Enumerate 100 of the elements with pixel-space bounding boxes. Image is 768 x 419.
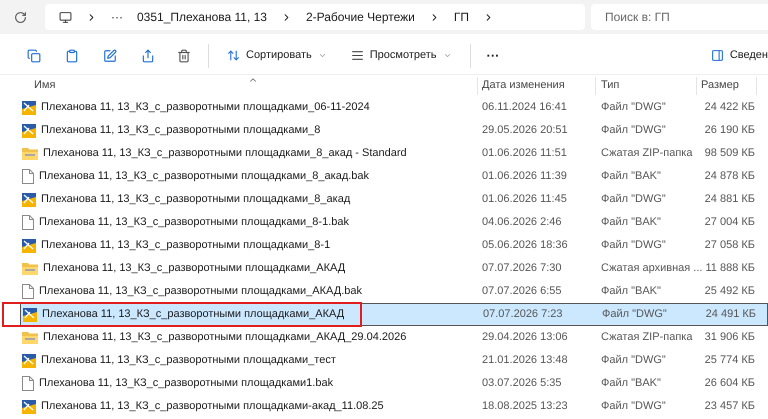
blank-file-icon [22, 376, 34, 391]
computer-icon[interactable] [59, 10, 72, 24]
zip-folder-icon [22, 262, 38, 275]
drawing-file-icon [22, 238, 36, 252]
delete-icon[interactable] [177, 48, 191, 62]
file-row[interactable]: Плеханова 11, 13_КЗ_с_разворотными площадками_8 29.05.2026 20:51 Файл "DWG" 26 190 КБ [20, 119, 768, 142]
date-cell-text: 07.07.2026 6:55 [481, 284, 563, 300]
file-name: Плеханова 11, 13_КЗ_с_разворотными площадками_АКАД [43, 261, 346, 276]
column-header[interactable]: Имя [0, 77, 478, 95]
breadcrumb[interactable]: 0351_Плеханова 11, 13 [137, 8, 267, 26]
date-cell-text: 18.08.2025 13:23 [481, 399, 569, 414]
details-button[interactable]: Сведен [710, 47, 768, 64]
file-name: Плеханова 11, 13_КЗ_с_разворотными площадками_06-11-2024 [41, 100, 370, 116]
size-cell-text: 23 457 КБ [704, 399, 755, 414]
date-cell-text: 06.11.2024 16:41 [481, 100, 568, 116]
blank-file-icon [22, 215, 34, 230]
file-name: Плеханова 11, 13_КЗ_с_разворотными площадками_АКАД.bak [39, 284, 362, 300]
type-cell-text: Сжатая ZIP-папка [600, 146, 694, 162]
rename-icon[interactable] [103, 48, 117, 62]
type-cell-text: Файл "BAK" [600, 376, 662, 392]
size-cell-text: 24 491 КБ [704, 307, 756, 322]
file-name: Плеханова 11, 13_КЗ_с_разворотными площадками_8_акад - Standard [43, 146, 407, 162]
view-button[interactable]: Просмотреть [344, 47, 458, 64]
breadcrumb[interactable]: ГП [454, 8, 470, 26]
file-row[interactable]: Плеханова 11, 13_КЗ_с_разворотными площадками_8_акад.bak 01.06.2026 11:39 Файл "BAK" 24 878 КБ [20, 165, 768, 188]
file-row[interactable]: Плеханова 11, 13_КЗ_с_разворотными площадками_АКАД 07.07.2026 7:30 Сжатая архивная ... 11 888 КБ [20, 257, 768, 280]
size-cell-text: 25 492 КБ [704, 284, 755, 300]
type-cell-text: Файл "BAK" [600, 284, 662, 300]
breadcrumb-overflow[interactable]: ··· [111, 8, 123, 26]
size-cell-text: 24 881 КБ [704, 192, 755, 208]
type-cell-text: Файл "DWG" [601, 307, 668, 322]
drawing-file-icon [22, 192, 36, 206]
size-cell-text: 26 190 КБ [704, 123, 755, 138]
lines-icon [350, 49, 364, 62]
file-name: Плеханова 11, 13_КЗ_с_разворотными площадками_тест [41, 353, 336, 368]
type-cell-text: Файл "DWG" [600, 123, 667, 138]
zip-folder-icon [22, 147, 38, 160]
date-cell-text: 21.01.2026 13:48 [481, 353, 569, 368]
more-button[interactable]: ··· [482, 46, 504, 66]
date-cell-text: 03.07.2026 5:35 [481, 376, 563, 392]
date-cell-text: 29.05.2026 20:51 [481, 123, 569, 138]
file-row[interactable]: Плеханова 11, 13_КЗ_с_разворотными площадками-акад_11.08.25 18.08.2025 13:23 Файл "DWG" 23 457 КБ [20, 395, 768, 418]
type-cell-text: Сжатая архивная ... [600, 261, 700, 276]
address-bar[interactable]: ··· 0351_Плеханова 11, 13 2-Рабочие Чертежи ГП [45, 4, 585, 30]
search-input[interactable]: Поиск в: ГП [605, 8, 768, 26]
column-header[interactable]: Тип [596, 77, 697, 95]
file-name: Плеханова 11, 13_КЗ_с_разворотными площадками_8-1.bak [39, 215, 349, 230]
file-name: Плеханова 11, 13_КЗ_с_разворотными площадками_8 [41, 123, 320, 138]
file-name: Плеханова 11, 13_КЗ_с_разворотными площадками_8_акад [41, 192, 350, 208]
size-cell-text: 98 509 КБ [704, 146, 755, 162]
type-cell-text: Файл "DWG" [600, 192, 667, 208]
file-row[interactable]: Плеханова 11, 13_КЗ_с_разворотными площадками_тест 21.01.2026 13:48 Файл "DWG" 25 774 КБ [20, 349, 768, 372]
copy-icon[interactable] [27, 48, 41, 62]
file-row[interactable]: Плеханова 11, 13_КЗ_с_разворотными площадками_8-1 05.06.2026 18:36 Файл "DWG" 27 058 КБ [20, 234, 768, 257]
date-cell-text: 01.06.2026 11:39 [481, 169, 568, 184]
file-row[interactable]: Плеханова 11, 13_КЗ_с_разворотными площадками1.bak 03.07.2026 5:35 Файл "BAK" 26 604 КБ [20, 372, 768, 395]
column-header[interactable]: Размер [697, 77, 757, 95]
blank-file-icon [22, 284, 34, 299]
sort-button[interactable]: Сортировать [221, 47, 333, 64]
zip-folder-icon [22, 331, 38, 344]
type-cell-text: Файл "DWG" [600, 238, 667, 254]
type-cell-text: Файл "DWG" [600, 399, 667, 414]
size-cell-text: 11 888 КБ [704, 261, 755, 276]
size-cell-text: 26 604 КБ [704, 376, 755, 392]
blank-file-icon [22, 169, 34, 184]
file-row[interactable]: Плеханова 11, 13_КЗ_с_разворотными площадками_8_акад 01.06.2026 11:45 Файл "DWG" 24 881 КБ [20, 188, 768, 211]
type-cell-text: Файл "DWG" [600, 353, 667, 368]
size-cell-text: 27 058 КБ [704, 238, 755, 254]
drawing-file-icon [22, 400, 36, 414]
file-row[interactable]: Плеханова 11, 13_КЗ_с_разворотными площадками_8-1.bak 04.06.2026 2:46 Файл "BAK" 27 004 КБ [20, 211, 768, 234]
share-icon[interactable] [141, 48, 155, 62]
file-row[interactable]: Плеханова 11, 13_КЗ_с_разворотными площадками_АКАД.bak 07.07.2026 6:55 Файл "BAK" 25 492 КБ [20, 280, 768, 303]
column-header[interactable]: Дата изменения [478, 77, 596, 95]
file-row[interactable]: Плеханова 11, 13_КЗ_с_разворотными площадками_АКАД_29.04.2026 29.04.2026 13:06 Сжатая ZIP-папка 31 906 КБ [20, 326, 768, 349]
size-cell-text: 31 906 КБ [704, 330, 755, 346]
file-name: Плеханова 11, 13_КЗ_с_разворотными площадками_8_акад.bak [39, 169, 370, 184]
drawing-file-icon [23, 308, 37, 322]
file-row[interactable]: Плеханова 11, 13_КЗ_с_разворотными площадками_АКАД 07.07.2026 7:23 Файл "DWG" 24 491 КБ [20, 303, 768, 326]
refresh-icon[interactable] [14, 10, 27, 24]
file-row[interactable]: Плеханова 11, 13_КЗ_с_разворотными площадками_8_акад - Standard 01.06.2026 11:51 Сжатая ZIP-папка 98 509 КБ [20, 142, 768, 165]
size-cell-text: 25 774 КБ [704, 353, 755, 368]
search-field[interactable]: Поиск в: ГП [591, 4, 768, 30]
date-cell-text: 01.06.2026 11:51 [481, 146, 568, 162]
type-cell-text: Файл "BAK" [600, 215, 662, 230]
paste-icon[interactable] [65, 48, 79, 62]
breadcrumb[interactable]: 2-Рабочие Чертежи [306, 8, 415, 26]
size-cell-text: 27 004 КБ [704, 215, 755, 230]
size-cell-text: 24 422 КБ [704, 100, 755, 116]
dropdown-caret-icon [442, 51, 452, 60]
type-cell-text: Файл "DWG" [600, 100, 667, 116]
date-cell-text: 05.06.2026 18:36 [481, 238, 569, 254]
file-name: Плеханова 11, 13_КЗ_с_разворотными площадками_АКАД_29.04.2026 [43, 330, 406, 346]
date-cell-text: 07.07.2026 7:30 [481, 261, 563, 276]
dropdown-caret-icon [318, 51, 327, 60]
date-cell-text: 01.06.2026 11:45 [481, 192, 568, 208]
type-cell-text: Сжатая ZIP-папка [600, 330, 694, 346]
file-row[interactable]: Плеханова 11, 13_КЗ_с_разворотными площадками_06-11-2024 06.11.2024 16:41 Файл "DWG" 24 422 КБ [20, 96, 768, 119]
drawing-file-icon [22, 354, 36, 368]
drawing-file-icon [22, 124, 36, 138]
sort-arrows-icon [227, 49, 240, 62]
